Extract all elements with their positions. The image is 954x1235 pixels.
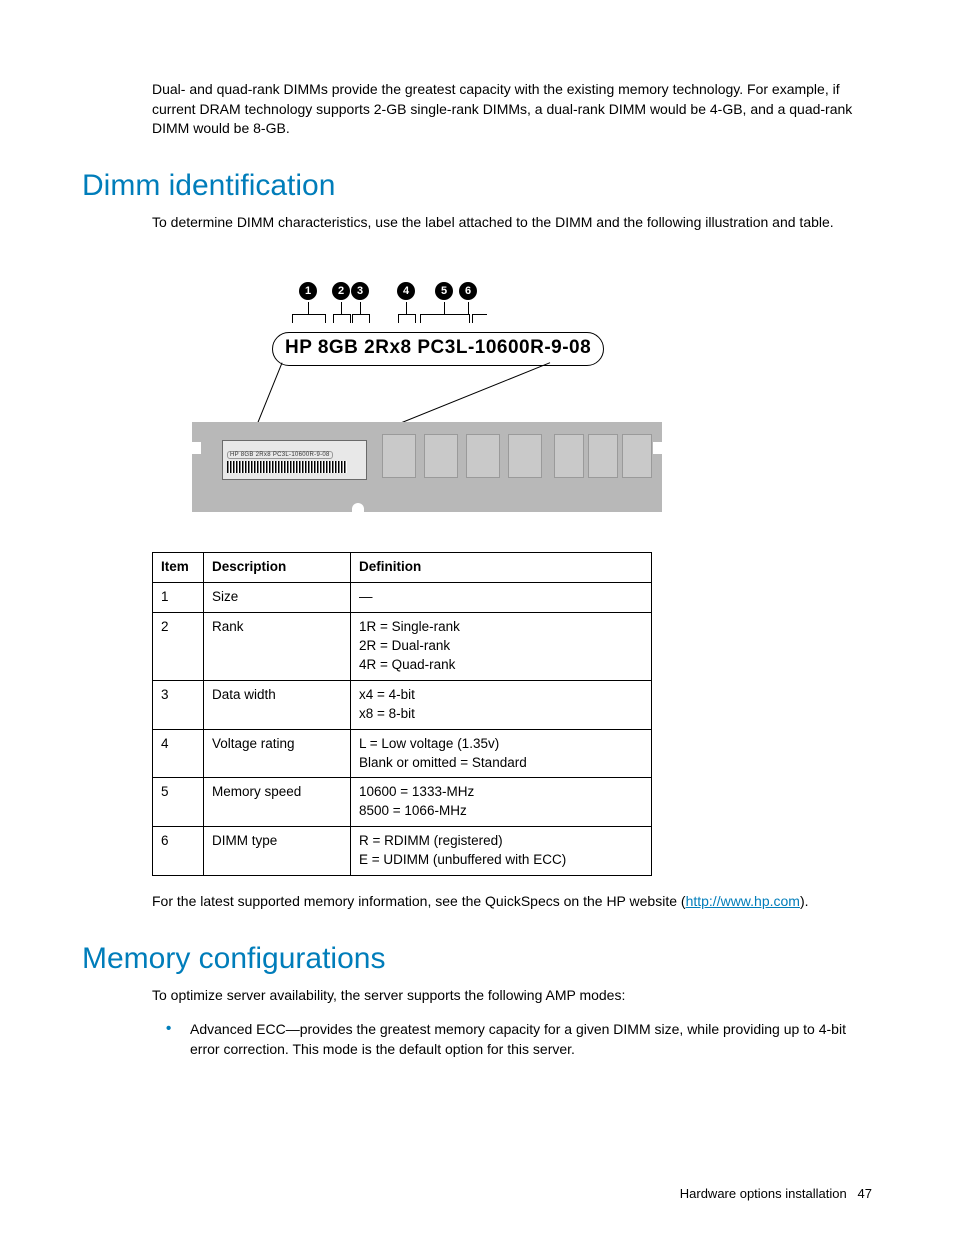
- footer-page-number: 47: [858, 1186, 872, 1201]
- page-footer: Hardware options installation 47: [680, 1186, 872, 1201]
- heading-dimm-identification: Dimm identification: [82, 169, 872, 203]
- badge-5: 5: [435, 282, 453, 300]
- cell-definition: x4 = 4-bitx8 = 8-bit: [351, 680, 652, 729]
- footer-section: Hardware options installation: [680, 1186, 847, 1201]
- amp-modes-list: Advanced ECC—provides the greatest memor…: [82, 1019, 872, 1060]
- cell-item: 5: [153, 778, 204, 827]
- dimm-physical-label: HP 8GB 2Rx8 PC3L-10600R-9-08: [222, 440, 367, 480]
- th-definition: Definition: [351, 553, 652, 583]
- cell-description: Memory speed: [204, 778, 351, 827]
- badge-3: 3: [351, 282, 369, 300]
- table-row: 5Memory speed10600 = 1333-MHz8500 = 1066…: [153, 778, 652, 827]
- badge-2: 2: [332, 282, 350, 300]
- table-row: 4Voltage ratingL = Low voltage (1.35v)Bl…: [153, 729, 652, 778]
- dimm-id-paragraph: To determine DIMM characteristics, use t…: [82, 213, 872, 233]
- badge-4: 4: [397, 282, 415, 300]
- dimm-body: HP 8GB 2Rx8 PC3L-10600R-9-08: [192, 422, 662, 512]
- cell-description: Voltage rating: [204, 729, 351, 778]
- intro-paragraph: Dual- and quad-rank DIMMs provide the gr…: [82, 80, 872, 139]
- cell-item: 6: [153, 827, 204, 876]
- cell-item: 3: [153, 680, 204, 729]
- cell-definition: 10600 = 1333-MHz8500 = 1066-MHz: [351, 778, 652, 827]
- cell-item: 4: [153, 729, 204, 778]
- cell-description: DIMM type: [204, 827, 351, 876]
- quickspecs-pre: For the latest supported memory informat…: [152, 893, 686, 909]
- table-row: 2Rank1R = Single-rank2R = Dual-rank4R = …: [153, 613, 652, 681]
- cell-description: Size: [204, 583, 351, 613]
- badge-6: 6: [459, 282, 477, 300]
- heading-memory-configurations: Memory configurations: [82, 942, 872, 976]
- dimm-label-callout: HP 8GB 2Rx8 PC3L-10600R-9-08: [272, 332, 604, 366]
- dimm-definition-table: Item Description Definition 1Size—2Rank1…: [152, 552, 652, 876]
- cell-description: Rank: [204, 613, 351, 681]
- cell-definition: —: [351, 583, 652, 613]
- th-item: Item: [153, 553, 204, 583]
- table-row: 3Data widthx4 = 4-bitx8 = 8-bit: [153, 680, 652, 729]
- cell-definition: 1R = Single-rank2R = Dual-rank4R = Quad-…: [351, 613, 652, 681]
- dimm-diagram: 1 2 3 4 5 6 HP 8GB 2Rx8 PC3L-10600R-9-08: [82, 282, 872, 512]
- list-item: Advanced ECC—provides the greatest memor…: [190, 1019, 872, 1060]
- cell-definition: R = RDIMM (registered)E = UDIMM (unbuffe…: [351, 827, 652, 876]
- cell-description: Data width: [204, 680, 351, 729]
- cell-item: 1: [153, 583, 204, 613]
- cell-definition: L = Low voltage (1.35v)Blank or omitted …: [351, 729, 652, 778]
- barcode-icon: [227, 461, 347, 473]
- table-row: 1Size—: [153, 583, 652, 613]
- table-header-row: Item Description Definition: [153, 553, 652, 583]
- hp-website-link[interactable]: http://www.hp.com: [686, 893, 800, 909]
- quickspecs-paragraph: For the latest supported memory informat…: [82, 892, 872, 912]
- badge-1: 1: [299, 282, 317, 300]
- quickspecs-post: ).: [800, 893, 809, 909]
- cell-item: 2: [153, 613, 204, 681]
- memory-config-paragraph: To optimize server availability, the ser…: [82, 986, 872, 1006]
- dimm-label-tiny-text: HP 8GB 2Rx8 PC3L-10600R-9-08: [227, 451, 333, 459]
- th-description: Description: [204, 553, 351, 583]
- table-row: 6DIMM typeR = RDIMM (registered)E = UDIM…: [153, 827, 652, 876]
